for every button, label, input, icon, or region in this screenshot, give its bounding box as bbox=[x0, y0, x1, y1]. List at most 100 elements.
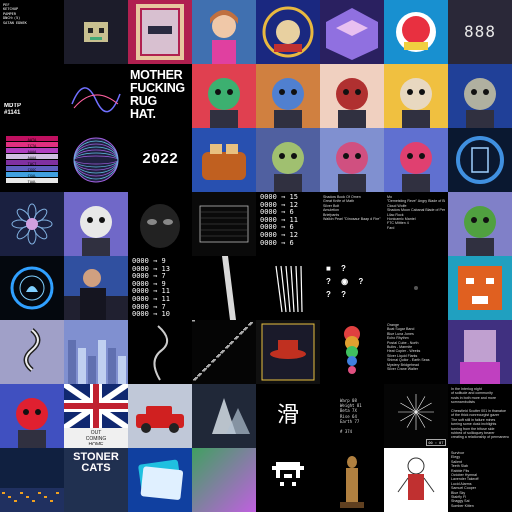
nft-tile[interactable] bbox=[128, 0, 192, 64]
tile-artwork bbox=[272, 462, 304, 486]
nft-tile[interactable] bbox=[192, 128, 256, 192]
nft-tile[interactable] bbox=[64, 128, 128, 192]
nft-tile[interactable] bbox=[448, 192, 512, 256]
nft-tile[interactable] bbox=[192, 64, 256, 128]
nft-tile[interactable] bbox=[256, 256, 320, 320]
nft-tile[interactable] bbox=[128, 320, 192, 384]
nft-tile[interactable] bbox=[320, 448, 384, 512]
tile-artwork bbox=[275, 265, 303, 313]
nft-tile[interactable] bbox=[64, 192, 128, 256]
tile-caption: Mo "Demeisting Reve" Angry Blade of Bill… bbox=[387, 195, 445, 230]
tile-artwork bbox=[464, 78, 496, 128]
nft-tile[interactable] bbox=[64, 0, 128, 64]
nft-tile[interactable] bbox=[320, 128, 384, 192]
nft-tile[interactable] bbox=[256, 128, 320, 192]
nft-tile[interactable] bbox=[192, 0, 256, 64]
tile-caption: OUT COMING HOME bbox=[85, 430, 107, 445]
tile-artwork bbox=[464, 206, 496, 256]
tile-artwork bbox=[261, 323, 315, 381]
nft-tile[interactable] bbox=[192, 192, 256, 256]
nft-tile[interactable]: Orange Boat Sugar Band Blue Luna Jones E… bbox=[384, 320, 448, 384]
nft-tile[interactable] bbox=[64, 320, 128, 384]
nft-tile[interactable] bbox=[384, 0, 448, 64]
nft-tile[interactable]: MDTP #1141 bbox=[0, 64, 64, 128]
nft-tile[interactable] bbox=[0, 192, 64, 256]
nft-tile[interactable] bbox=[320, 320, 384, 384]
tile-artwork bbox=[16, 398, 48, 448]
nft-tile[interactable] bbox=[384, 256, 448, 320]
nft-tile[interactable]: OUT COMING HOME bbox=[64, 384, 128, 448]
nft-tile[interactable] bbox=[256, 320, 320, 384]
nft-tile[interactable]: In the Interlog night of solitude and co… bbox=[448, 384, 512, 448]
nft-tile[interactable] bbox=[320, 64, 384, 128]
nft-tile[interactable]: ■ ? ? ◉ ? ? ? bbox=[320, 256, 384, 320]
nft-tile[interactable] bbox=[256, 64, 320, 128]
tile-artwork bbox=[199, 205, 249, 243]
tile-artwork bbox=[272, 142, 304, 192]
nft-tile[interactable] bbox=[192, 384, 256, 448]
nft-tile[interactable] bbox=[448, 256, 512, 320]
nft-tile[interactable]: Warp 08 Weight 81 Beta 7X Rise 64 Earth … bbox=[320, 384, 384, 448]
tile-artwork bbox=[262, 6, 314, 58]
tile-caption: In the Interlog night of solitude and co… bbox=[451, 387, 509, 440]
tile-badge: 00 : 07 bbox=[425, 439, 446, 446]
nft-tile[interactable] bbox=[256, 0, 320, 64]
tile-artwork bbox=[210, 10, 238, 64]
tile-artwork bbox=[272, 78, 304, 128]
nft-tile[interactable] bbox=[128, 384, 192, 448]
nft-tile[interactable] bbox=[320, 0, 384, 64]
tile-artwork bbox=[80, 206, 112, 256]
nft-tile[interactable] bbox=[0, 448, 64, 512]
nft-tile[interactable] bbox=[448, 64, 512, 128]
nft-tile[interactable] bbox=[64, 256, 128, 320]
tile-artwork bbox=[68, 340, 126, 384]
nft-tile[interactable]: 0000 ⇒ 9 0000 ⇒ 13 0000 ⇒ 7 0000 ⇒ 9 000… bbox=[128, 256, 192, 320]
tile-artwork bbox=[71, 87, 121, 113]
tile-caption: Shadow Book Of Omen Great Knife of Math … bbox=[323, 195, 381, 222]
nft-tile[interactable] bbox=[0, 256, 64, 320]
nft-tile[interactable]: 0000 ⇒ 15 0000 ⇒ 12 0000 ⇒ 6 0000 ⇒ 11 0… bbox=[256, 192, 320, 256]
tile-artwork bbox=[140, 204, 180, 248]
nft-tile[interactable]: PEF KETCHUP PAMPER DNCH:(5) SATAN EDNEK bbox=[0, 0, 64, 64]
nft-tile[interactable]: Survivor Elegy Salient Teeth Slab Rabble… bbox=[448, 448, 512, 512]
nft-tile[interactable] bbox=[448, 128, 512, 192]
tile-artwork bbox=[11, 203, 53, 245]
tile-artwork bbox=[344, 326, 360, 374]
nft-tile[interactable] bbox=[384, 64, 448, 128]
nft-tile[interactable]: Mo "Demeisting Reve" Angry Blade of Bill… bbox=[384, 192, 448, 256]
nft-tile[interactable] bbox=[0, 320, 64, 384]
tile-artwork bbox=[73, 137, 119, 183]
tile-caption: 888 bbox=[464, 22, 496, 41]
tile-caption: MOTHER FUCKING RUG HAT. bbox=[130, 69, 185, 121]
nft-tile[interactable]: AATA TCTA AAAA AAAA TACT CGGC CGAL TAAL bbox=[0, 128, 64, 192]
tile-artwork bbox=[458, 266, 502, 310]
nft-tile[interactable] bbox=[0, 384, 64, 448]
tile-caption: PEF KETCHUP PAMPER DNCH:(5) SATAN EDNEK bbox=[3, 3, 27, 25]
nft-tile[interactable] bbox=[192, 320, 256, 384]
nft-tile[interactable] bbox=[256, 448, 320, 512]
nft-tile[interactable]: 888 bbox=[448, 0, 512, 64]
nft-tile[interactable]: Shadow Book Of Omen Great Knife of Math … bbox=[320, 192, 384, 256]
nft-tile[interactable] bbox=[448, 320, 512, 384]
nft-tile[interactable] bbox=[128, 192, 192, 256]
nft-tile[interactable] bbox=[384, 448, 448, 512]
nft-tile[interactable]: STONER CATS bbox=[64, 448, 128, 512]
nft-tile[interactable] bbox=[128, 448, 192, 512]
tile-artwork bbox=[400, 78, 432, 128]
nft-tile[interactable] bbox=[192, 448, 256, 512]
nft-tile[interactable]: 2022 bbox=[128, 128, 192, 192]
nft-tile[interactable] bbox=[192, 256, 256, 320]
nft-tile[interactable]: 滑 bbox=[256, 384, 320, 448]
tile-artwork bbox=[84, 22, 108, 42]
tile-caption: ■ ? ? ◉ ? ? ? bbox=[326, 264, 368, 299]
tile-artwork bbox=[336, 142, 368, 192]
nft-tile[interactable]: 00 : 07 bbox=[384, 384, 448, 448]
nft-tile[interactable] bbox=[64, 64, 128, 128]
tile-artwork bbox=[222, 256, 236, 320]
sequence-codes: AATA TCTA AAAA AAAA TACT CGGC CGAL TAAL bbox=[27, 137, 37, 184]
nft-gallery-grid: PEF KETCHUP PAMPER DNCH:(5) SATAN EDNEK 8… bbox=[0, 0, 512, 512]
nft-tile[interactable] bbox=[384, 128, 448, 192]
nft-tile[interactable]: MOTHER FUCKING RUG HAT. bbox=[128, 64, 192, 128]
tile-artwork bbox=[396, 12, 436, 52]
tile-artwork bbox=[208, 78, 240, 128]
